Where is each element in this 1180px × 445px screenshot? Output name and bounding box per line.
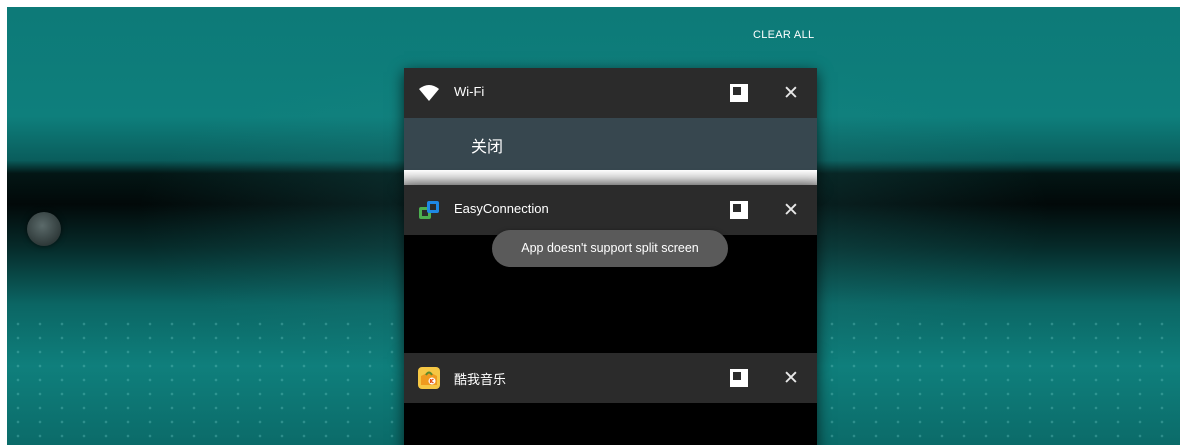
kuwo-music-app-icon [418,367,440,389]
recent-card-kuwo-music[interactable]: 酷我音乐 ✕ [404,353,817,445]
card-header: Wi-Fi ✕ [404,68,817,118]
easyconnection-app-icon [418,199,440,221]
split-screen-icon[interactable] [729,200,749,220]
close-icon[interactable]: ✕ [781,367,801,389]
preview-strip [404,170,817,185]
card-header: 酷我音乐 ✕ [404,353,817,403]
app-preview[interactable]: 关闭 [404,118,817,170]
recents-screen: CLEAR ALL Wi-Fi ✕ 关闭 EasyConnection ✕ 酷我… [7,7,1180,445]
app-title: Wi-Fi [454,84,485,99]
app-title: 酷我音乐 [454,372,507,387]
split-screen-icon[interactable] [729,83,749,103]
toast-message: App doesn't support split screen [492,230,728,267]
wifi-icon [418,82,440,104]
recent-card-easyconnection[interactable]: EasyConnection ✕ [404,185,817,355]
wifi-status-text: 关闭 [471,137,504,156]
floating-nav-button[interactable] [27,212,61,246]
clear-all-button[interactable]: CLEAR ALL [753,29,814,41]
split-screen-icon[interactable] [729,368,749,388]
app-title: EasyConnection [454,201,549,216]
recent-card-wifi[interactable]: Wi-Fi ✕ 关闭 [404,68,817,185]
close-icon[interactable]: ✕ [781,82,801,104]
close-icon[interactable]: ✕ [781,199,801,221]
card-header: EasyConnection ✕ [404,185,817,235]
